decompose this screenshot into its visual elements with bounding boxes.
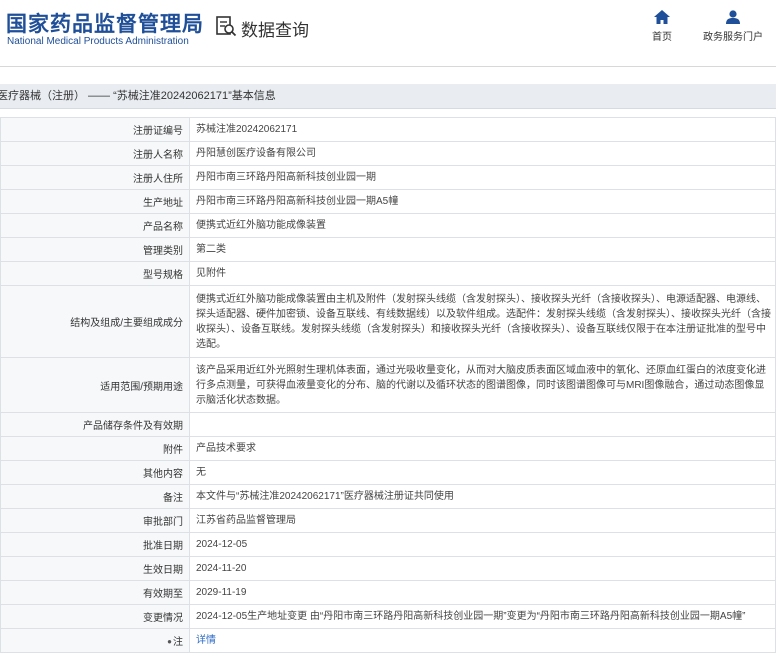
- field-value: 丹阳市南三环路丹阳高新科技创业园一期A5幢: [189, 189, 776, 214]
- table-row: ●注 详情: [0, 628, 776, 653]
- table-row: 管理类别 第二类: [0, 237, 776, 262]
- field-label: 产品名称: [0, 213, 190, 238]
- field-value: 便携式近红外脑功能成像装置: [189, 213, 776, 238]
- field-value: 2024-11-20: [189, 556, 776, 581]
- breadcrumb-text: 医疗器械（注册） —— “苏械注准20242062171”基本信息: [0, 90, 276, 102]
- field-label: ●注: [0, 628, 190, 653]
- field-label: 注册人住所: [0, 165, 190, 190]
- table-row: 批准日期 2024-12-05: [0, 532, 776, 557]
- table-row: 注册人住所 丹阳市南三环路丹阳高新科技创业园一期: [0, 165, 776, 190]
- table-row: 注册人名称 丹阳慧创医疗设备有限公司: [0, 141, 776, 166]
- field-value: 产品技术要求: [189, 436, 776, 461]
- field-value: 江苏省药品监督管理局: [189, 508, 776, 533]
- site-logo-en[interactable]: National Medical Products Administration: [7, 36, 189, 47]
- table-row: 结构及组成/主要组成成分 便携式近红外脑功能成像装置由主机及附件（发射探头线缆（含…: [0, 285, 776, 358]
- header-divider: [0, 66, 776, 67]
- field-label: 适用范围/预期用途: [0, 357, 190, 413]
- nav-gov-label: 政务服务门户: [703, 32, 763, 43]
- field-label: 批准日期: [0, 532, 190, 557]
- field-label: 备注: [0, 484, 190, 509]
- field-value: 2029-11-19: [189, 580, 776, 605]
- field-value: 苏械注准20242062171: [189, 117, 776, 142]
- field-label: 其他内容: [0, 460, 190, 485]
- field-value: 2024-12-05: [189, 532, 776, 557]
- table-row: 适用范围/预期用途 该产品采用近红外光照射生理机体表面，通过光吸收量变化，从而对大…: [0, 357, 776, 413]
- field-label: 产品储存条件及有效期: [0, 412, 190, 437]
- table-row: 注册证编号 苏械注准20242062171: [0, 117, 776, 142]
- nav-gov-service[interactable]: 政务服务门户: [703, 10, 763, 43]
- field-value: 见附件: [189, 261, 776, 286]
- table-row: 有效期至 2029-11-19: [0, 580, 776, 605]
- table-row: 生产地址 丹阳市南三环路丹阳高新科技创业园一期A5幢: [0, 189, 776, 214]
- table-row: 产品储存条件及有效期: [0, 412, 776, 437]
- data-query-label: 数据查询: [241, 21, 309, 40]
- field-label: 生效日期: [0, 556, 190, 581]
- details-link[interactable]: 详情: [196, 635, 216, 646]
- field-label: 注册证编号: [0, 117, 190, 142]
- field-label: 管理类别: [0, 237, 190, 262]
- table-row: 审批部门 江苏省药品监督管理局: [0, 508, 776, 533]
- field-label: 变更情况: [0, 604, 190, 629]
- table-row: 产品名称 便携式近红外脑功能成像装置: [0, 213, 776, 238]
- breadcrumb: 医疗器械（注册） —— “苏械注准20242062171”基本信息: [0, 84, 776, 109]
- table-row: 其他内容无: [0, 460, 776, 485]
- field-value: 该产品采用近红外光照射生理机体表面，通过光吸收量变化，从而对大脑皮质表面区域血液…: [189, 357, 776, 413]
- nav-home-label: 首页: [652, 32, 672, 43]
- table-row: 变更情况 2024-12-05生产地址变更 由“丹阳市南三环路丹阳高新科技创业园一…: [0, 604, 776, 629]
- field-value: 丹阳慧创医疗设备有限公司: [189, 141, 776, 166]
- field-label: 附件: [0, 436, 190, 461]
- field-value: 详情: [189, 628, 776, 653]
- table-row: 附件 产品技术要求: [0, 436, 776, 461]
- nav-home[interactable]: 首页: [652, 10, 672, 43]
- table-row: 型号规格 见附件: [0, 261, 776, 286]
- field-value: 无: [189, 460, 776, 485]
- field-label: 注册人名称: [0, 141, 190, 166]
- table-row: 备注 本文件与“苏械注准20242062171”医疗器械注册证共同使用: [0, 484, 776, 509]
- field-label: 有效期至: [0, 580, 190, 605]
- site-header: 国家药品监督管理局 National Medical Products Admi…: [0, 0, 776, 66]
- data-query-icon: [215, 15, 237, 42]
- home-icon: [654, 10, 670, 24]
- site-logo-cn[interactable]: 国家药品监督管理局: [6, 8, 204, 38]
- user-icon: [726, 10, 740, 24]
- lightbulb-icon: ●: [167, 637, 172, 646]
- table-row: 生效日期 2024-11-20: [0, 556, 776, 581]
- detail-table: 注册证编号 苏械注准20242062171 注册人名称 丹阳慧创医疗设备有限公司 注册人…: [0, 117, 776, 653]
- field-label: 结构及组成/主要组成成分: [0, 285, 190, 358]
- field-label: 审批部门: [0, 508, 190, 533]
- data-query-link[interactable]: 数据查询: [215, 15, 309, 42]
- field-value: 2024-12-05生产地址变更 由“丹阳市南三环路丹阳高新科技创业园一期”变更…: [189, 604, 776, 629]
- field-label: 型号规格: [0, 261, 190, 286]
- field-value: 丹阳市南三环路丹阳高新科技创业园一期: [189, 165, 776, 190]
- field-value: [189, 412, 776, 437]
- field-value: 第二类: [189, 237, 776, 262]
- field-label: 生产地址: [0, 189, 190, 214]
- field-value: 便携式近红外脑功能成像装置由主机及附件（发射探头线缆（含发射探头）、接收探头光纤…: [189, 285, 776, 358]
- field-value: 本文件与“苏械注准20242062171”医疗器械注册证共同使用: [189, 484, 776, 509]
- note-label: 注: [173, 637, 183, 648]
